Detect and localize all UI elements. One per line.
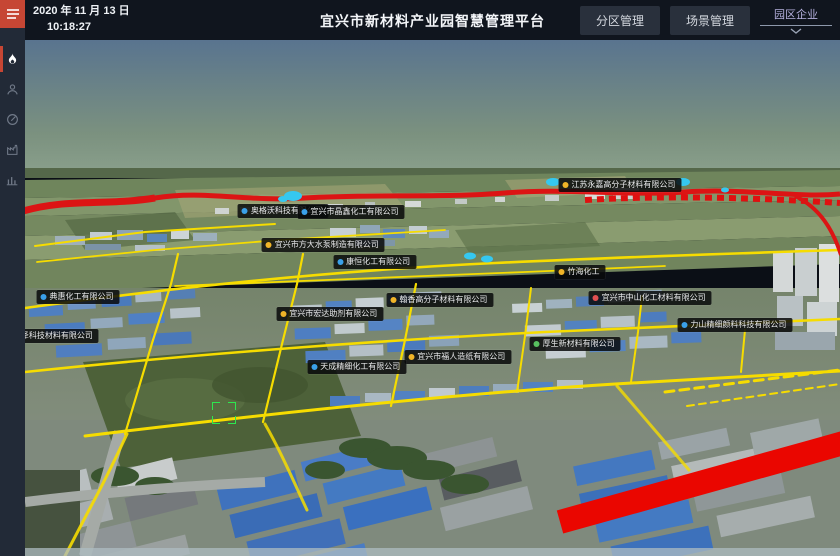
top-header: 2020 年 11 月 13 日 10:18:27 宜兴市新材料产业园智慧管理平… (25, 0, 840, 40)
sidebar-item-person[interactable] (0, 74, 25, 104)
company-label[interactable]: 江苏永嘉高分子材料有限公司 (558, 178, 681, 192)
company-label[interactable]: 宜兴市宏达助剂有限公司 (276, 307, 383, 321)
sidebar-item-gauge[interactable] (0, 104, 25, 134)
sidebar-item-stats[interactable] (0, 164, 25, 194)
company-marker-icon (266, 242, 272, 248)
current-date: 2020 年 11 月 13 日 (33, 4, 130, 20)
company-marker-icon (242, 208, 248, 214)
company-marker-icon (562, 182, 568, 188)
company-label[interactable]: 宜兴市晶鑫化工有限公司 (298, 205, 405, 219)
company-label-text: 宜兴市中山化工材料有限公司 (602, 294, 706, 302)
company-marker-icon (390, 297, 396, 303)
company-label-text: 宜兴市方大水泵制造有限公司 (275, 241, 379, 249)
company-label[interactable]: 典惠化工有限公司 (36, 290, 119, 304)
company-marker-icon (337, 259, 343, 265)
company-label-text: 宜兴市宏达助剂有限公司 (289, 310, 377, 318)
company-label-text: 康恒化工有限公司 (346, 258, 410, 266)
company-marker-icon (302, 209, 308, 215)
dropdown-underline (760, 25, 832, 26)
company-label-text: 力山精细颜料科技有限公司 (690, 321, 786, 329)
datetime-block: 2020 年 11 月 13 日 10:18:27 (33, 4, 130, 36)
company-label-text: 江苏永嘉高分子材料有限公司 (571, 181, 675, 189)
current-time: 10:18:27 (47, 20, 130, 36)
company-label-text: 宜兴市晶鑫化工有限公司 (311, 208, 399, 216)
company-marker-icon (559, 269, 565, 275)
company-marker-icon (40, 294, 46, 300)
sidebar-item-factory[interactable] (0, 134, 25, 164)
gauge-icon (6, 113, 19, 126)
company-marker-icon (408, 354, 414, 360)
company-label[interactable]: 宜兴市中山化工材料有限公司 (589, 291, 712, 305)
chevron-down-icon (790, 28, 802, 34)
company-label-text: 竹海化工 (568, 268, 600, 276)
company-label-text: 市润泽科技材料有限公司 (25, 332, 93, 340)
company-label[interactable]: 宜兴市福人造纸有限公司 (404, 350, 511, 364)
company-marker-icon (311, 364, 317, 370)
map-3d-scene[interactable]: 奥格沃科技有限公司宜兴市晶鑫化工有限公司宜兴市方大水泵制造有限公司江苏永嘉高分子… (25, 40, 840, 556)
company-label[interactable]: 宜兴市方大水泵制造有限公司 (262, 238, 385, 252)
company-marker-icon (534, 341, 540, 347)
left-sidebar (0, 0, 25, 556)
company-label-text: 翰香高分子材料有限公司 (399, 296, 487, 304)
person-icon (6, 83, 19, 96)
company-label[interactable]: 竹海化工 (555, 265, 606, 279)
factory-icon (6, 143, 19, 156)
company-label[interactable]: 市润泽科技材料有限公司 (25, 329, 99, 343)
scene-management-button[interactable]: 场景管理 (670, 6, 750, 35)
park-enterprise-dropdown[interactable]: 园区企业 (760, 6, 832, 34)
company-label-text: 典惠化工有限公司 (49, 293, 113, 301)
company-label[interactable]: 翰香高分子材料有限公司 (386, 293, 493, 307)
sidebar-item-fire[interactable] (0, 44, 25, 74)
company-marker-icon (280, 311, 286, 317)
company-label[interactable]: 康恒化工有限公司 (333, 255, 416, 269)
flame-icon (6, 52, 19, 66)
company-label-text: 厚生新材料有限公司 (543, 340, 615, 348)
menu-icon[interactable] (0, 0, 25, 28)
map-labels: 奥格沃科技有限公司宜兴市晶鑫化工有限公司宜兴市方大水泵制造有限公司江苏永嘉高分子… (25, 40, 840, 556)
bar-chart-icon (6, 173, 19, 186)
company-marker-icon (681, 322, 687, 328)
zone-management-button[interactable]: 分区管理 (580, 6, 660, 35)
company-label[interactable]: 天成精细化工有限公司 (307, 360, 406, 374)
company-label-text: 宜兴市福人造纸有限公司 (417, 353, 505, 361)
company-label[interactable]: 厚生新材料有限公司 (530, 337, 621, 351)
company-label[interactable]: 力山精细颜料科技有限公司 (677, 318, 792, 332)
header-actions: 分区管理 场景管理 园区企业 (580, 0, 832, 40)
company-label-text: 天成精细化工有限公司 (320, 363, 400, 371)
dropdown-label: 园区企业 (774, 6, 818, 25)
company-marker-icon (593, 295, 599, 301)
